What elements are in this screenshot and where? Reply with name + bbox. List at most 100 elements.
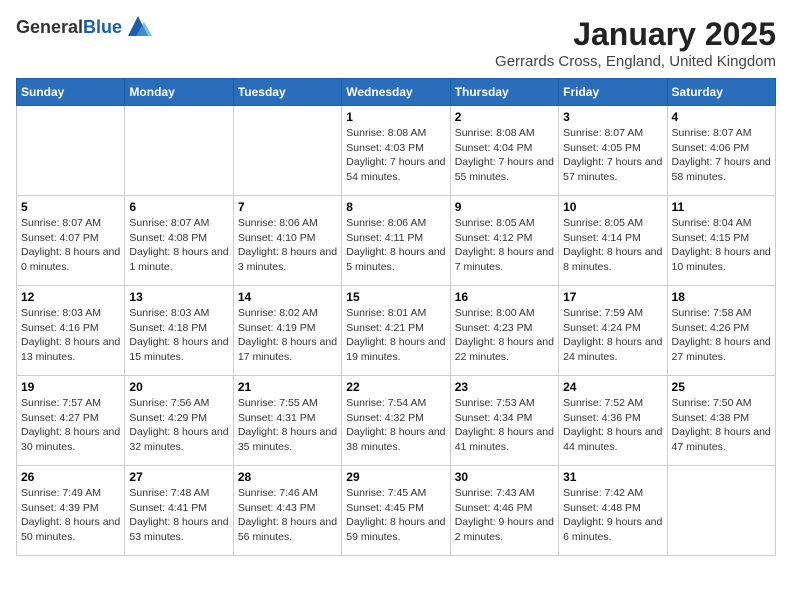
calendar-cell (125, 106, 233, 196)
logo-icon (124, 12, 152, 40)
header-row: SundayMondayTuesdayWednesdayThursdayFrid… (17, 79, 776, 106)
day-info: Sunrise: 8:00 AM Sunset: 4:23 PM Dayligh… (455, 306, 554, 365)
day-info: Sunrise: 7:54 AM Sunset: 4:32 PM Dayligh… (346, 396, 445, 455)
calendar-body: 1Sunrise: 8:08 AM Sunset: 4:03 PM Daylig… (17, 106, 776, 556)
day-number: 12 (21, 290, 120, 304)
day-number: 9 (455, 200, 554, 214)
calendar-cell: 9Sunrise: 8:05 AM Sunset: 4:12 PM Daylig… (450, 196, 558, 286)
day-number: 7 (238, 200, 337, 214)
page-header: GeneralBlue January 2025 Gerrards Cross,… (16, 16, 776, 70)
calendar-cell: 22Sunrise: 7:54 AM Sunset: 4:32 PM Dayli… (342, 376, 450, 466)
calendar-cell: 8 Sunrise: 8:06 AM Sunset: 4:11 PM Daylig… (342, 196, 450, 286)
day-info: Sunrise: 7:59 AM Sunset: 4:24 PM Dayligh… (563, 306, 662, 365)
day-info: Sunrise: 7:42 AM Sunset: 4:48 PM Dayligh… (563, 486, 662, 545)
calendar-cell: 26Sunrise: 7:49 AM Sunset: 4:39 PM Dayli… (17, 466, 125, 556)
calendar-cell: 14 Sunrise: 8:02 AM Sunset: 4:19 PM Dayli… (233, 286, 341, 376)
calendar-cell: 1Sunrise: 8:08 AM Sunset: 4:03 PM Daylig… (342, 106, 450, 196)
day-number: 25 (672, 380, 771, 394)
day-info: Sunrise: 8:01 AM Sunset: 4:21 PM Dayligh… (346, 306, 445, 365)
calendar-week-1: 1Sunrise: 8:08 AM Sunset: 4:03 PM Daylig… (17, 106, 776, 196)
day-number: 16 (455, 290, 554, 304)
day-info: Sunrise: 8:04 AM Sunset: 4:15 PM Dayligh… (672, 216, 771, 275)
calendar-cell: 15 Sunrise: 8:01 AM Sunset: 4:21 PM Dayli… (342, 286, 450, 376)
day-number: 31 (563, 470, 662, 484)
day-info: Sunrise: 8:03 AM Sunset: 4:18 PM Dayligh… (129, 306, 228, 365)
weekday-header-friday: Friday (559, 79, 667, 106)
day-info: Sunrise: 7:48 AM Sunset: 4:41 PM Dayligh… (129, 486, 228, 545)
calendar-cell: 2Sunrise: 8:08 AM Sunset: 4:04 PM Daylig… (450, 106, 558, 196)
day-info: Sunrise: 7:46 AM Sunset: 4:43 PM Dayligh… (238, 486, 337, 545)
calendar-header: SundayMondayTuesdayWednesdayThursdayFrid… (17, 79, 776, 106)
day-number: 15 (346, 290, 445, 304)
day-info: Sunrise: 7:55 AM Sunset: 4:31 PM Dayligh… (238, 396, 337, 455)
calendar-cell: 6Sunrise: 8:07 AM Sunset: 4:08 PM Daylig… (125, 196, 233, 286)
calendar-week-5: 26Sunrise: 7:49 AM Sunset: 4:39 PM Dayli… (17, 466, 776, 556)
day-number: 1 (346, 110, 445, 124)
day-number: 21 (238, 380, 337, 394)
day-number: 13 (129, 290, 228, 304)
title-block: January 2025 Gerrards Cross, England, Un… (495, 16, 776, 70)
day-number: 3 (563, 110, 662, 124)
day-info: Sunrise: 7:43 AM Sunset: 4:46 PM Dayligh… (455, 486, 554, 545)
calendar-cell: 23 Sunrise: 7:53 AM Sunset: 4:34 PM Dayli… (450, 376, 558, 466)
calendar-cell: 3 Sunrise: 8:07 AM Sunset: 4:05 PM Daylig… (559, 106, 667, 196)
calendar-cell: 28 Sunrise: 7:46 AM Sunset: 4:43 PM Dayli… (233, 466, 341, 556)
calendar-cell: 5Sunrise: 8:07 AM Sunset: 4:07 PM Daylig… (17, 196, 125, 286)
day-number: 18 (672, 290, 771, 304)
day-number: 17 (563, 290, 662, 304)
day-info: Sunrise: 7:45 AM Sunset: 4:45 PM Dayligh… (346, 486, 445, 545)
calendar-cell: 29 Sunrise: 7:45 AM Sunset: 4:45 PM Dayli… (342, 466, 450, 556)
calendar-cell: 24Sunrise: 7:52 AM Sunset: 4:36 PM Dayli… (559, 376, 667, 466)
calendar-cell (667, 466, 775, 556)
calendar-cell: 30 Sunrise: 7:43 AM Sunset: 4:46 PM Dayli… (450, 466, 558, 556)
calendar-cell: 19 Sunrise: 7:57 AM Sunset: 4:27 PM Dayli… (17, 376, 125, 466)
day-number: 30 (455, 470, 554, 484)
calendar-cell: 31 Sunrise: 7:42 AM Sunset: 4:48 PM Dayli… (559, 466, 667, 556)
day-number: 14 (238, 290, 337, 304)
day-info: Sunrise: 8:07 AM Sunset: 4:05 PM Dayligh… (563, 126, 662, 185)
day-number: 11 (672, 200, 771, 214)
location: Gerrards Cross, England, United Kingdom (495, 53, 776, 70)
calendar-cell: 21 Sunrise: 7:55 AM Sunset: 4:31 PM Dayli… (233, 376, 341, 466)
weekday-header-wednesday: Wednesday (342, 79, 450, 106)
day-info: Sunrise: 7:49 AM Sunset: 4:39 PM Dayligh… (21, 486, 120, 545)
day-info: Sunrise: 7:58 AM Sunset: 4:26 PM Dayligh… (672, 306, 771, 365)
calendar-cell: 13 Sunrise: 8:03 AM Sunset: 4:18 PM Dayli… (125, 286, 233, 376)
logo: GeneralBlue (16, 16, 152, 40)
weekday-header-thursday: Thursday (450, 79, 558, 106)
calendar-cell (233, 106, 341, 196)
calendar-cell: 20Sunrise: 7:56 AM Sunset: 4:29 PM Dayli… (125, 376, 233, 466)
calendar-week-2: 5Sunrise: 8:07 AM Sunset: 4:07 PM Daylig… (17, 196, 776, 286)
weekday-header-monday: Monday (125, 79, 233, 106)
day-info: Sunrise: 7:53 AM Sunset: 4:34 PM Dayligh… (455, 396, 554, 455)
weekday-header-sunday: Sunday (17, 79, 125, 106)
day-info: Sunrise: 8:06 AM Sunset: 4:10 PM Dayligh… (238, 216, 337, 275)
day-number: 8 (346, 200, 445, 214)
day-info: Sunrise: 8:07 AM Sunset: 4:07 PM Dayligh… (21, 216, 120, 275)
day-number: 19 (21, 380, 120, 394)
calendar-week-4: 19 Sunrise: 7:57 AM Sunset: 4:27 PM Dayli… (17, 376, 776, 466)
day-number: 23 (455, 380, 554, 394)
day-info: Sunrise: 7:57 AM Sunset: 4:27 PM Dayligh… (21, 396, 120, 455)
day-info: Sunrise: 7:52 AM Sunset: 4:36 PM Dayligh… (563, 396, 662, 455)
day-info: Sunrise: 8:02 AM Sunset: 4:19 PM Dayligh… (238, 306, 337, 365)
calendar-table: SundayMondayTuesdayWednesdayThursdayFrid… (16, 78, 776, 556)
logo-general: GeneralBlue (16, 18, 122, 38)
calendar-cell (17, 106, 125, 196)
day-number: 4 (672, 110, 771, 124)
day-number: 6 (129, 200, 228, 214)
day-number: 10 (563, 200, 662, 214)
day-info: Sunrise: 7:56 AM Sunset: 4:29 PM Dayligh… (129, 396, 228, 455)
day-info: Sunrise: 8:08 AM Sunset: 4:04 PM Dayligh… (455, 126, 554, 185)
weekday-header-saturday: Saturday (667, 79, 775, 106)
calendar-cell: 17 Sunrise: 7:59 AM Sunset: 4:24 PM Dayli… (559, 286, 667, 376)
calendar-cell: 18 Sunrise: 7:58 AM Sunset: 4:26 PM Dayli… (667, 286, 775, 376)
calendar-cell: 27Sunrise: 7:48 AM Sunset: 4:41 PM Dayli… (125, 466, 233, 556)
calendar-cell: 25Sunrise: 7:50 AM Sunset: 4:38 PM Dayli… (667, 376, 775, 466)
day-info: Sunrise: 8:06 AM Sunset: 4:11 PM Dayligh… (346, 216, 445, 275)
day-number: 29 (346, 470, 445, 484)
day-info: Sunrise: 8:05 AM Sunset: 4:14 PM Dayligh… (563, 216, 662, 275)
day-number: 28 (238, 470, 337, 484)
weekday-header-tuesday: Tuesday (233, 79, 341, 106)
calendar-cell: 12Sunrise: 8:03 AM Sunset: 4:16 PM Dayli… (17, 286, 125, 376)
